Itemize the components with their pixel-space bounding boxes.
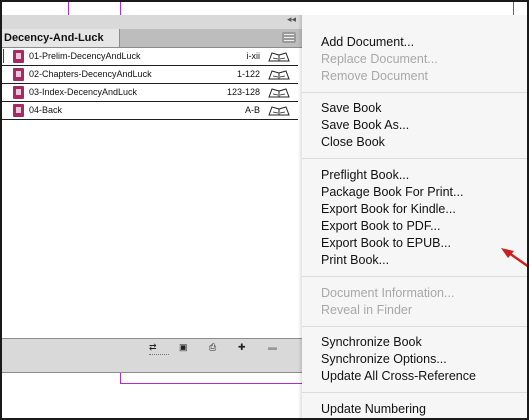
- menu-separator: [302, 392, 527, 393]
- book-icon: [268, 106, 290, 116]
- document-name: 04-Back: [29, 105, 63, 115]
- menu-item-document-information[interactable]: Document Information...: [321, 286, 454, 300]
- print-icon[interactable]: ⎙: [209, 342, 216, 353]
- page-guide-vertical-mid: [120, 2, 121, 15]
- menu-item-save-book-as[interactable]: Save Book As...: [321, 118, 409, 132]
- menu-item-add-document[interactable]: Add Document...: [321, 35, 414, 49]
- book-icon: [268, 52, 290, 62]
- resize-grip[interactable]: [149, 354, 169, 358]
- menu-separator: [302, 158, 527, 159]
- book-panel: ◂◂ Decency-And-Luck 01-Prelim-DecencyAnd…: [2, 14, 303, 373]
- panel-title-strip: ◂◂: [2, 14, 302, 27]
- table-row[interactable]: 02-Chapters-DecencyAndLuck 1-122: [2, 66, 298, 84]
- menu-item-preflight-book[interactable]: Preflight Book...: [321, 168, 409, 182]
- document-icon: [13, 104, 24, 117]
- document-icon: [13, 50, 24, 63]
- document-list: 01-Prelim-DecencyAndLuck i-xii 02-Chapte…: [2, 48, 302, 339]
- menu-item-export-epub[interactable]: Export Book to EPUB...: [321, 236, 451, 250]
- panel-menu-icon[interactable]: [282, 32, 296, 43]
- panel-bottom-toolbar: ⇄ ▣ ⎙ ✚ ▬: [2, 339, 302, 355]
- book-icon: [268, 70, 290, 80]
- sync-source-icon: [3, 49, 11, 63]
- screenshot-frame: ◂◂ Decency-And-Luck 01-Prelim-DecencyAnd…: [0, 0, 529, 420]
- save-icon[interactable]: ▣: [179, 342, 188, 353]
- menu-item-synchronize-options[interactable]: Synchronize Options...: [321, 352, 447, 366]
- page-range: 123-128: [226, 87, 260, 97]
- menu-separator: [302, 92, 527, 93]
- menu-item-remove-document[interactable]: Remove Document: [321, 69, 428, 83]
- document-icon: [13, 68, 24, 81]
- collapse-icon[interactable]: ◂◂: [287, 14, 296, 25]
- book-icon: [268, 88, 290, 98]
- menu-separator: [302, 276, 527, 277]
- document-name: 03-Index-DecencyAndLuck: [29, 87, 138, 97]
- page-range: i-xii: [246, 51, 261, 61]
- menu-item-reveal-in-finder[interactable]: Reveal in Finder: [321, 303, 412, 317]
- document-icon: [13, 86, 24, 99]
- menu-item-export-pdf[interactable]: Export Book to PDF...: [321, 219, 441, 233]
- menu-item-replace-document[interactable]: Replace Document...: [321, 52, 438, 66]
- menu-item-update-cross-references[interactable]: Update All Cross-Reference: [321, 369, 476, 383]
- page-range: 1-122: [236, 69, 260, 79]
- menu-item-print-book[interactable]: Print Book...: [321, 253, 389, 267]
- tab-book[interactable]: Decency-And-Luck: [2, 29, 120, 47]
- table-row[interactable]: 03-Index-DecencyAndLuck 123-128: [2, 84, 298, 102]
- menu-item-export-kindle[interactable]: Export Book for Kindle...: [321, 202, 456, 216]
- book-panel-menu: Add Document... Replace Document... Remo…: [302, 15, 527, 418]
- table-row[interactable]: 01-Prelim-DecencyAndLuck i-xii: [2, 48, 298, 66]
- menu-separator: [302, 326, 527, 327]
- menu-item-package-book[interactable]: Package Book For Print...: [321, 185, 463, 199]
- document-name: 01-Prelim-DecencyAndLuck: [29, 51, 141, 61]
- synchronize-icon[interactable]: ⇄: [149, 342, 157, 353]
- menu-item-save-book[interactable]: Save Book: [321, 101, 381, 115]
- add-document-icon[interactable]: ✚: [238, 342, 246, 353]
- menu-item-update-numbering[interactable]: Update Numbering: [321, 402, 426, 416]
- remove-document-icon[interactable]: ▬: [268, 342, 277, 352]
- page-range: A-B: [244, 105, 260, 115]
- table-row[interactable]: 04-Back A-B: [2, 102, 298, 120]
- menu-item-synchronize-book[interactable]: Synchronize Book: [321, 335, 422, 349]
- page-guide-vertical-left: [68, 2, 69, 15]
- panel-tab-bar: Decency-And-Luck: [2, 29, 302, 48]
- red-arrow-icon: [501, 248, 527, 268]
- page-guide-horizontal-bottom: [120, 383, 302, 384]
- document-name: 02-Chapters-DecencyAndLuck: [29, 69, 152, 79]
- menu-item-close-book[interactable]: Close Book: [321, 135, 385, 149]
